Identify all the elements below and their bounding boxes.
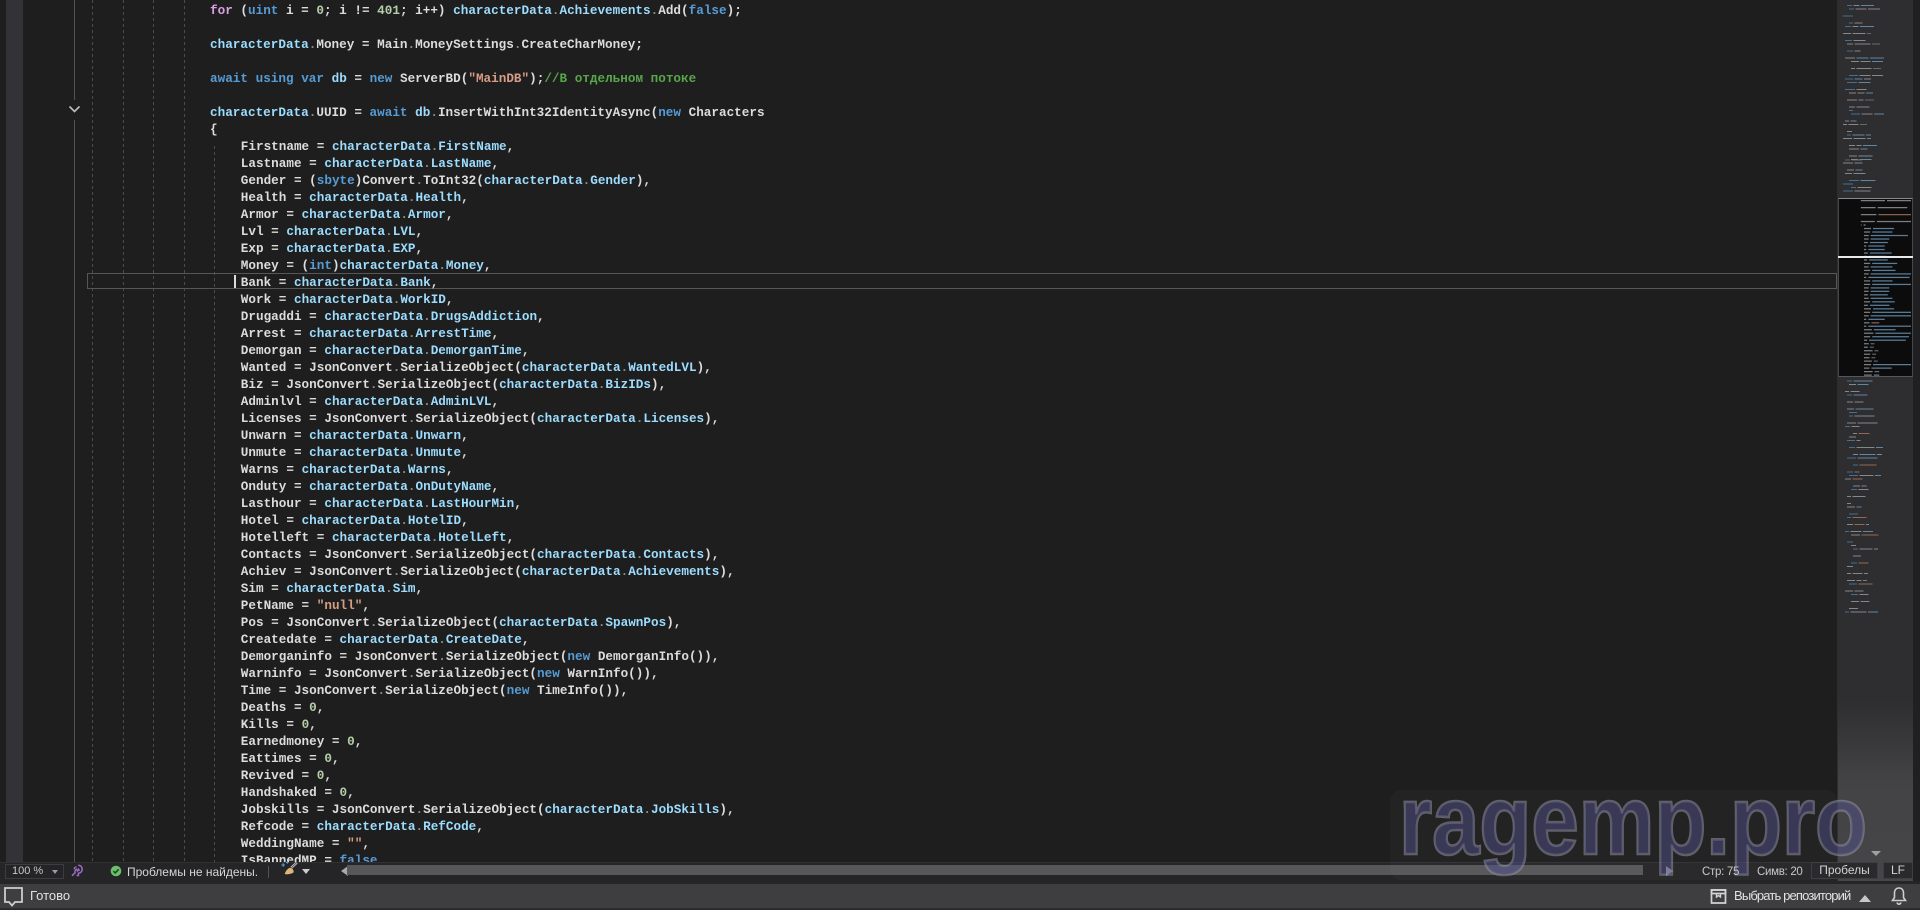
svg-text:ragemp.pro: ragemp.pro: [1399, 765, 1867, 875]
